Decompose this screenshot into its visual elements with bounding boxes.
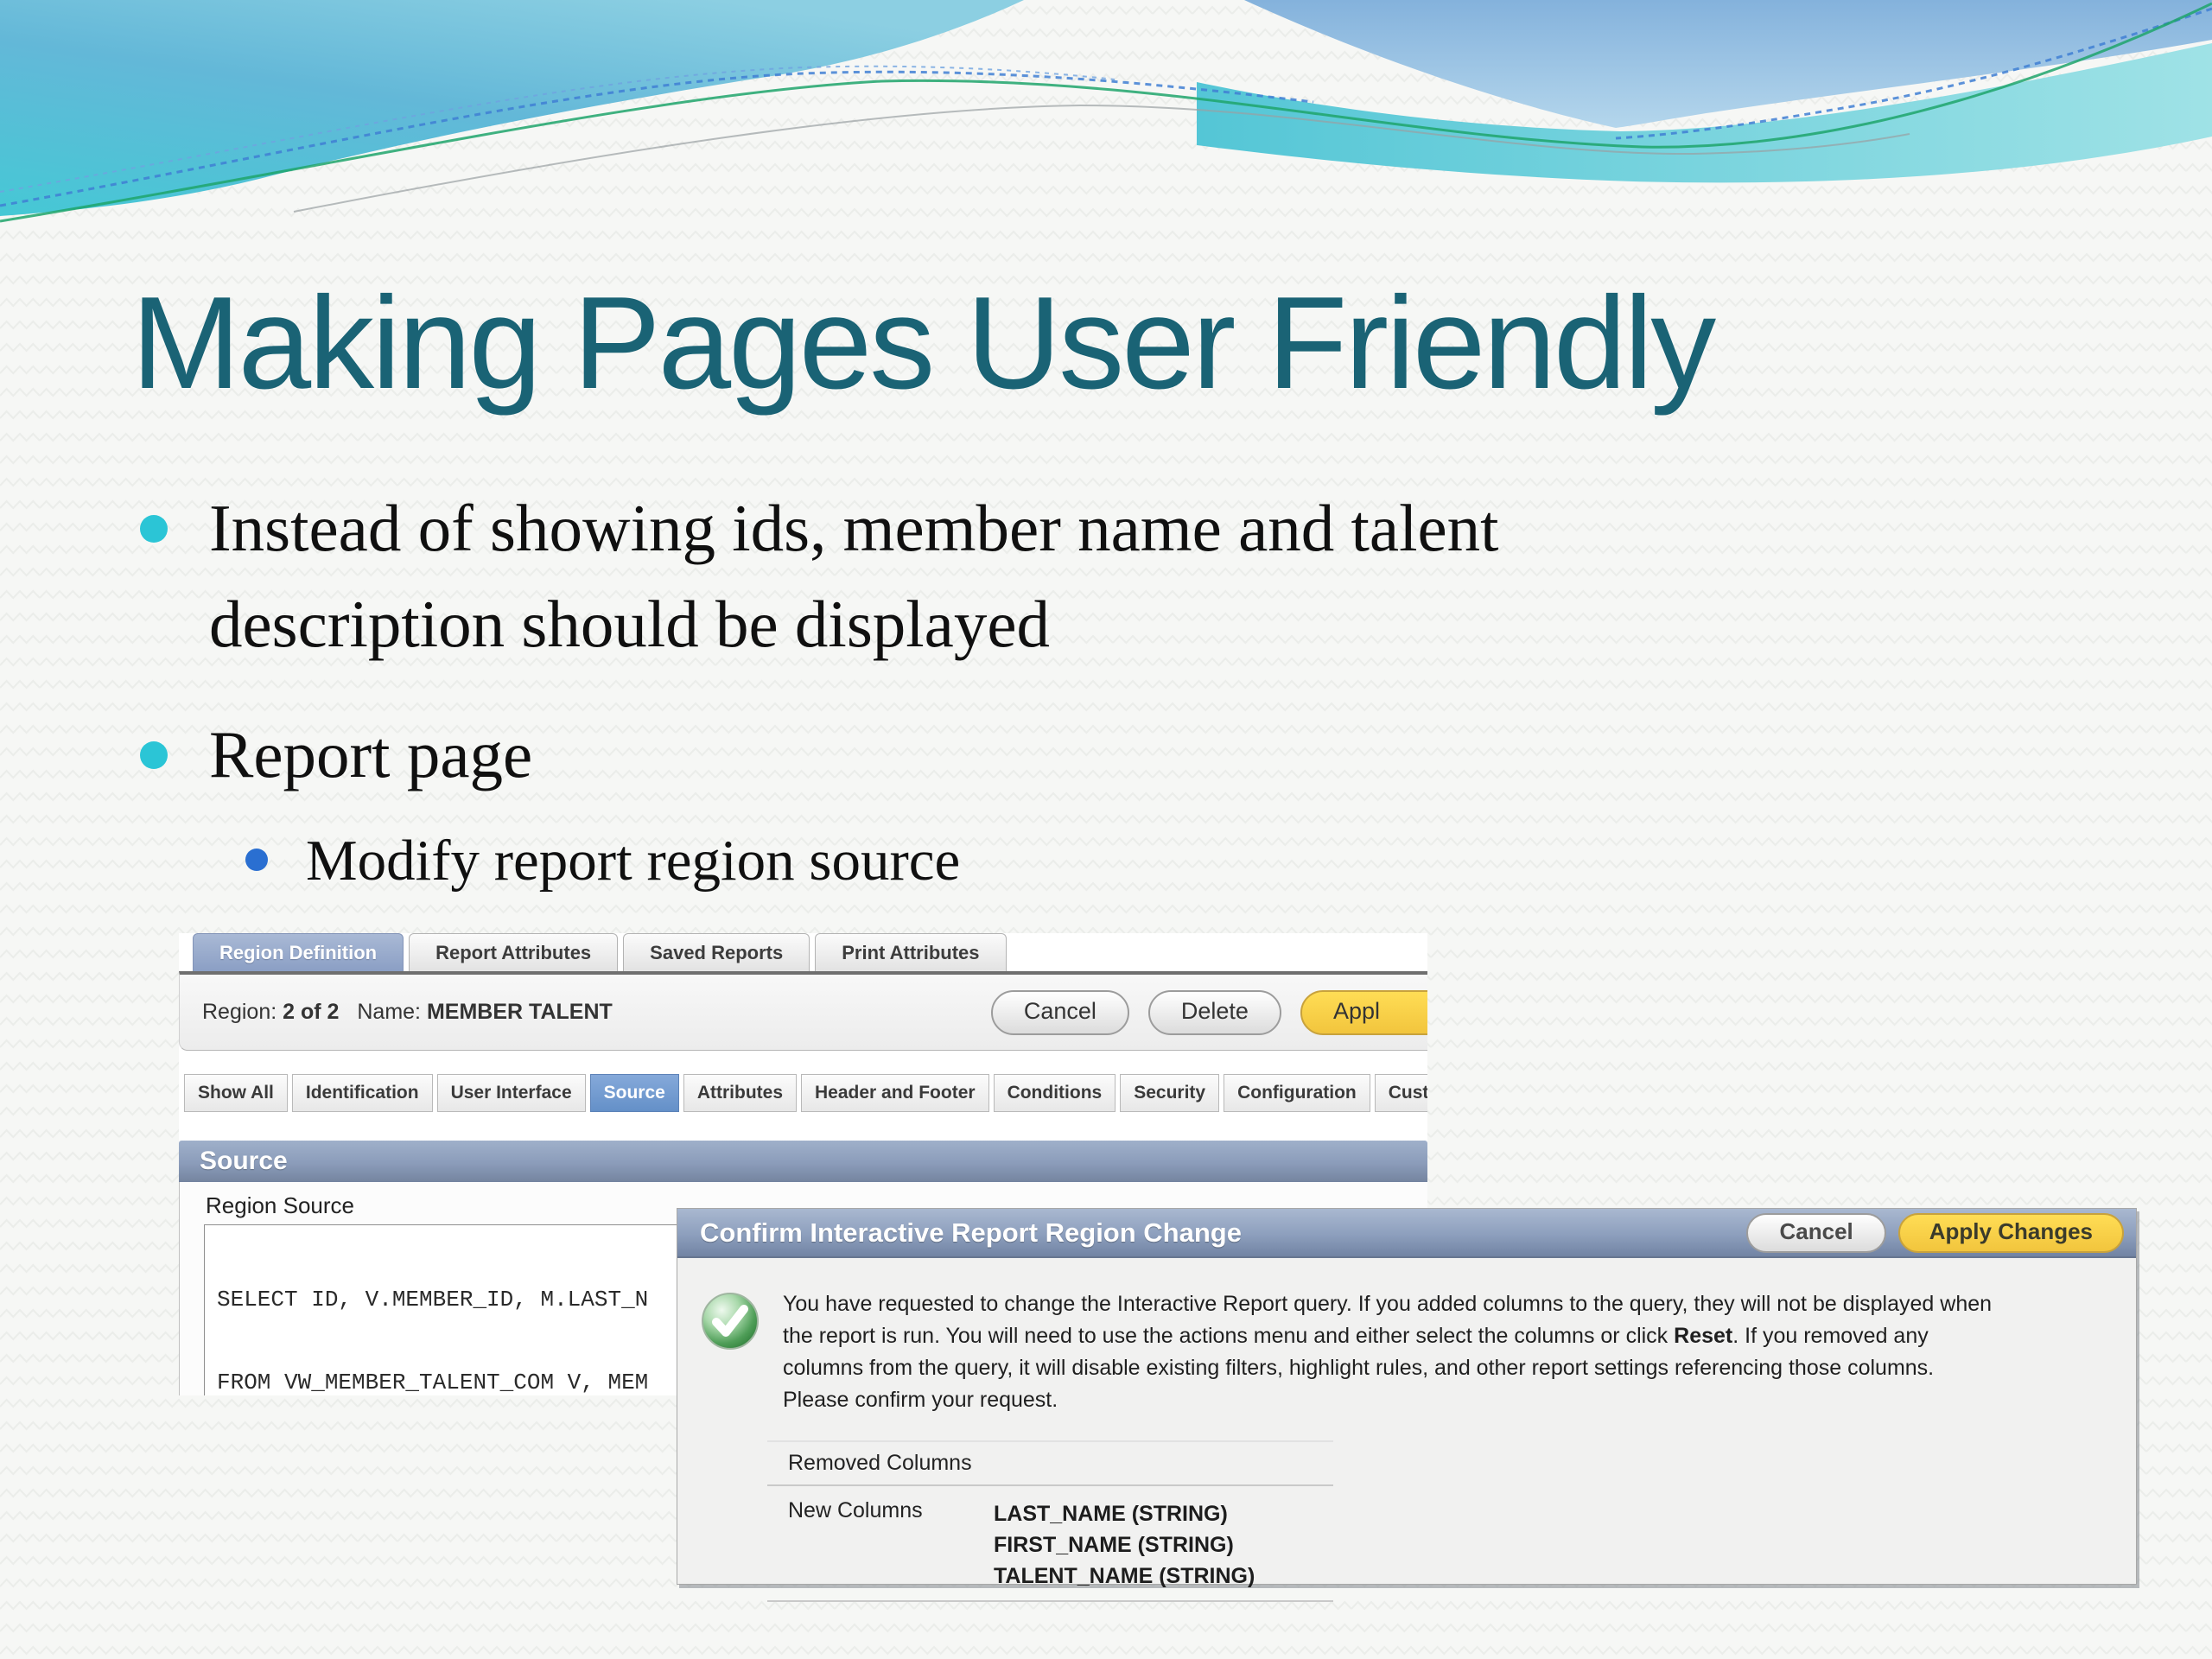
subtab-header-and-footer[interactable]: Header and Footer [801, 1074, 989, 1112]
new-column-value: FIRST_NAME (STRING) [994, 1529, 1255, 1560]
region-subtabs: Show All Identification User Interface S… [184, 1074, 1427, 1112]
delete-button[interactable]: Delete [1148, 990, 1281, 1035]
new-columns-row: New Columns LAST_NAME (STRING) FIRST_NAM… [788, 1498, 2136, 1592]
bullet-icon [245, 849, 268, 871]
new-column-value: LAST_NAME (STRING) [994, 1498, 1255, 1529]
new-column-value: TALENT_NAME (STRING) [994, 1560, 1255, 1592]
dialog-header: Confirm Interactive Report Region Change… [677, 1209, 2136, 1258]
region-info-bar: Region: 2 of 2 Name: MEMBER TALENT Cance… [179, 971, 1427, 1051]
region-buttons: Cancel Delete Appl [991, 990, 1427, 1035]
dialog-cancel-button[interactable]: Cancel [1746, 1213, 1885, 1253]
sub-bullet-text: Modify report region source [306, 819, 960, 902]
subtab-security[interactable]: Security [1120, 1074, 1219, 1112]
subtab-user-interface[interactable]: User Interface [437, 1074, 586, 1112]
page-tabs: Region Definition Report Attributes Save… [193, 933, 1007, 972]
sub-bullet-item: Modify report region source [245, 819, 960, 902]
subtab-identification[interactable]: Identification [292, 1074, 433, 1112]
tab-report-attributes[interactable]: Report Attributes [409, 933, 618, 972]
region-label: Region: [202, 1000, 276, 1024]
subtab-show-all[interactable]: Show All [184, 1074, 288, 1112]
dialog-title: Confirm Interactive Report Region Change [700, 1217, 1746, 1249]
divider [767, 1600, 1333, 1602]
subtab-configuration[interactable]: Configuration [1224, 1074, 1370, 1112]
dialog-message: You have requested to change the Interac… [783, 1288, 1993, 1416]
subtab-source[interactable]: Source [590, 1074, 679, 1112]
new-columns-values: LAST_NAME (STRING) FIRST_NAME (STRING) T… [994, 1498, 1255, 1592]
new-columns-label: New Columns [788, 1498, 994, 1592]
reset-keyword: Reset [1674, 1324, 1732, 1348]
name-label: Name: [357, 1000, 421, 1024]
bullet-text: Report page [209, 707, 532, 803]
apply-changes-button[interactable]: Apply Changes [1898, 1213, 2124, 1253]
apply-button[interactable]: Appl [1300, 990, 1427, 1035]
confirm-dialog: Confirm Interactive Report Region Change… [677, 1208, 2137, 1585]
bullet-icon [140, 515, 168, 543]
success-check-icon [700, 1291, 760, 1351]
subtab-conditions[interactable]: Conditions [994, 1074, 1116, 1112]
tab-print-attributes[interactable]: Print Attributes [815, 933, 1006, 972]
removed-columns-label: Removed Columns [788, 1451, 2136, 1476]
bullet-item-1: Instead of showing ids, member name and … [140, 480, 1756, 672]
subtab-customization[interactable]: Cust [1375, 1074, 1427, 1112]
source-section-header: Source [179, 1141, 1427, 1182]
divider [767, 1440, 1333, 1442]
subtab-attributes[interactable]: Attributes [683, 1074, 797, 1112]
region-info: Region: 2 of 2 Name: MEMBER TALENT [202, 1000, 613, 1025]
bullet-icon [140, 741, 168, 769]
region-value: 2 of 2 [283, 1000, 339, 1024]
slide: Making Pages User Friendly Instead of sh… [0, 0, 2212, 1659]
bullet-text: Instead of showing ids, member name and … [209, 480, 1756, 672]
tab-region-definition[interactable]: Region Definition [193, 933, 404, 972]
dialog-body: You have requested to change the Interac… [677, 1258, 2136, 1602]
divider [767, 1484, 1333, 1486]
region-name-value: MEMBER TALENT [427, 1000, 613, 1024]
cancel-button[interactable]: Cancel [991, 990, 1129, 1035]
page-title: Making Pages User Friendly [131, 275, 1713, 413]
tab-saved-reports[interactable]: Saved Reports [623, 933, 810, 972]
bullet-item-2: Report page [140, 707, 532, 803]
